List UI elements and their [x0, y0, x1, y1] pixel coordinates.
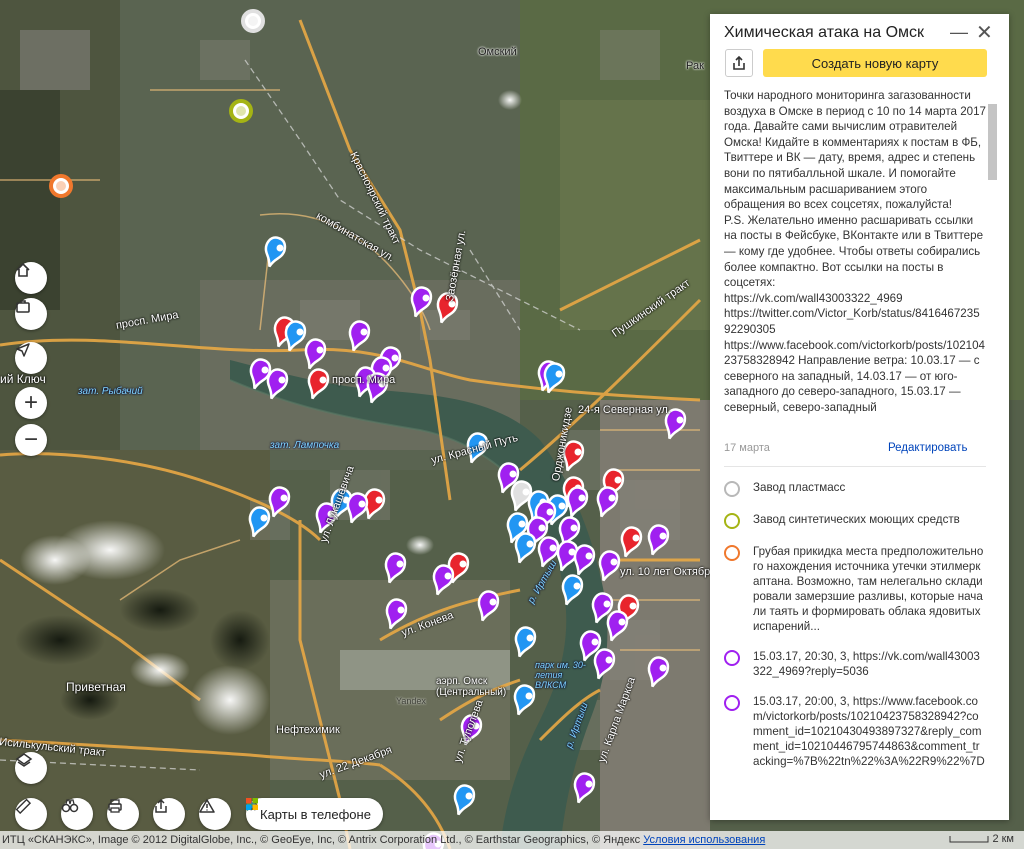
scrollbar-thumb[interactable]: [988, 104, 997, 180]
home-button[interactable]: [15, 262, 47, 294]
map-label: парк им. 30-летия ВЛКСМ: [535, 660, 586, 690]
minimize-button[interactable]: —: [950, 22, 968, 43]
windows-icon: [246, 798, 258, 810]
panorama-button[interactable]: [61, 798, 93, 830]
print-icon: [108, 799, 122, 813]
share-icon: [155, 798, 167, 813]
map-label: Нефтехимик: [276, 724, 340, 736]
map-description: Точки народного мониторинга загазованнос…: [724, 88, 986, 436]
marker-circle-icon: [724, 650, 740, 666]
marker-circle-icon: [724, 545, 740, 561]
zoom-in-button[interactable]: +: [15, 387, 47, 419]
scale-ruler: 2 км: [949, 833, 1014, 845]
list-item-text: Завод синтетических моющих средств: [753, 513, 960, 526]
description-paragraph: Точки народного мониторинга загазованнос…: [724, 89, 986, 212]
create-map-button[interactable]: Создать новую карту: [763, 49, 987, 77]
geolocation-icon: [16, 343, 30, 357]
close-button[interactable]: ✕: [976, 20, 993, 45]
geolocation-button[interactable]: [15, 342, 47, 374]
description-paragraph: https://www.facebook.com/victorkorb/post…: [724, 338, 985, 414]
object-list: Завод пластмасс Завод синтетических моющ…: [724, 480, 986, 784]
list-item-text: Завод пластмасс: [753, 481, 846, 494]
map-label: 24-я Северная ул.: [578, 404, 671, 416]
scale-bar: [949, 836, 989, 843]
map-title: Химическая атака на Омск: [724, 24, 925, 41]
divider: [724, 466, 986, 467]
layers-icon: [15, 753, 33, 767]
edit-date: 17 марта: [724, 442, 770, 454]
share-map-button[interactable]: [153, 798, 185, 830]
description-link[interactable]: https://twitter.com/Victor_Korb/status/8…: [724, 306, 986, 337]
marker-circle-icon: [724, 695, 740, 711]
marker-circle-icon: [724, 513, 740, 529]
map-label: зат. Рыбачий: [78, 386, 143, 397]
ruler-icon: [15, 798, 31, 814]
map-label: ул. 10 лет Октября: [620, 566, 717, 578]
map-info-panel: Химическая атака на Омск — ✕ Создать нов…: [710, 14, 1009, 820]
orange-circle-marker-center: [56, 181, 66, 191]
list-item[interactable]: Завод пластмасс: [724, 480, 986, 497]
marker-circle-icon: [724, 481, 740, 497]
map-label: Рак: [686, 60, 704, 72]
map-label: Приветная: [66, 680, 126, 694]
ruler-button[interactable]: [15, 798, 47, 830]
copyright-bar: ИТЦ «СКАНЭКС», Image © 2012 DigitalGlobe…: [0, 831, 1024, 849]
edit-link[interactable]: Редактировать: [888, 442, 967, 454]
map-label: Yandex: [396, 696, 426, 706]
list-item[interactable]: 15.03.17, 20:30, 3, https://vk.com/wall4…: [724, 649, 986, 679]
report-error-button[interactable]: [199, 798, 231, 830]
list-item[interactable]: 15.03.17, 20:00, 3, https://www.facebook…: [724, 694, 986, 769]
panorama-icon: [61, 799, 79, 813]
share-icon: [733, 55, 745, 70]
map-label: просп. Мира: [332, 374, 396, 386]
list-item-text: 15.03.17, 20:00, 3, https://www.facebook…: [753, 695, 985, 768]
map-label: ий Ключ: [0, 372, 46, 386]
list-item[interactable]: Завод синтетических моющих средств: [724, 512, 986, 529]
list-item[interactable]: Грубая прикидка места предположительного…: [724, 544, 986, 634]
description-link[interactable]: https://vk.com/wall43003322_4969: [724, 291, 986, 307]
list-item-text: Грубая прикидка места предположительного…: [753, 545, 984, 633]
home-icon: [16, 262, 30, 277]
alert-icon: [199, 799, 215, 813]
layers-button[interactable]: [15, 752, 47, 784]
map-label: зат. Лампочка: [270, 440, 340, 451]
briefcase-icon: [16, 300, 30, 313]
share-button[interactable]: [725, 49, 753, 77]
zoom-out-button[interactable]: −: [15, 424, 47, 456]
list-item-text: 15.03.17, 20:30, 3, https://vk.com/wall4…: [753, 650, 980, 678]
copyright-text: ИТЦ «СКАНЭКС», Image © 2012 DigitalGlobe…: [2, 834, 644, 846]
briefcase-button[interactable]: [15, 298, 47, 330]
map-label: Омский: [478, 46, 517, 58]
map-label: аэрп. Омск (Центральный): [436, 676, 507, 698]
print-button[interactable]: [107, 798, 139, 830]
terms-link[interactable]: Условия использования: [643, 834, 765, 846]
olive-circle-marker-center: [236, 106, 246, 116]
scale-label: 2 км: [992, 833, 1014, 845]
mobile-app-promo[interactable]: Карты в телефоне: [246, 798, 383, 830]
description-paragraph: P.S. Желательно именно расшаривать ссылк…: [724, 213, 984, 290]
mobile-app-label: Карты в телефоне: [260, 806, 371, 822]
panel-scrollbar[interactable]: [986, 90, 996, 817]
white-circle-marker-center: [248, 16, 258, 26]
